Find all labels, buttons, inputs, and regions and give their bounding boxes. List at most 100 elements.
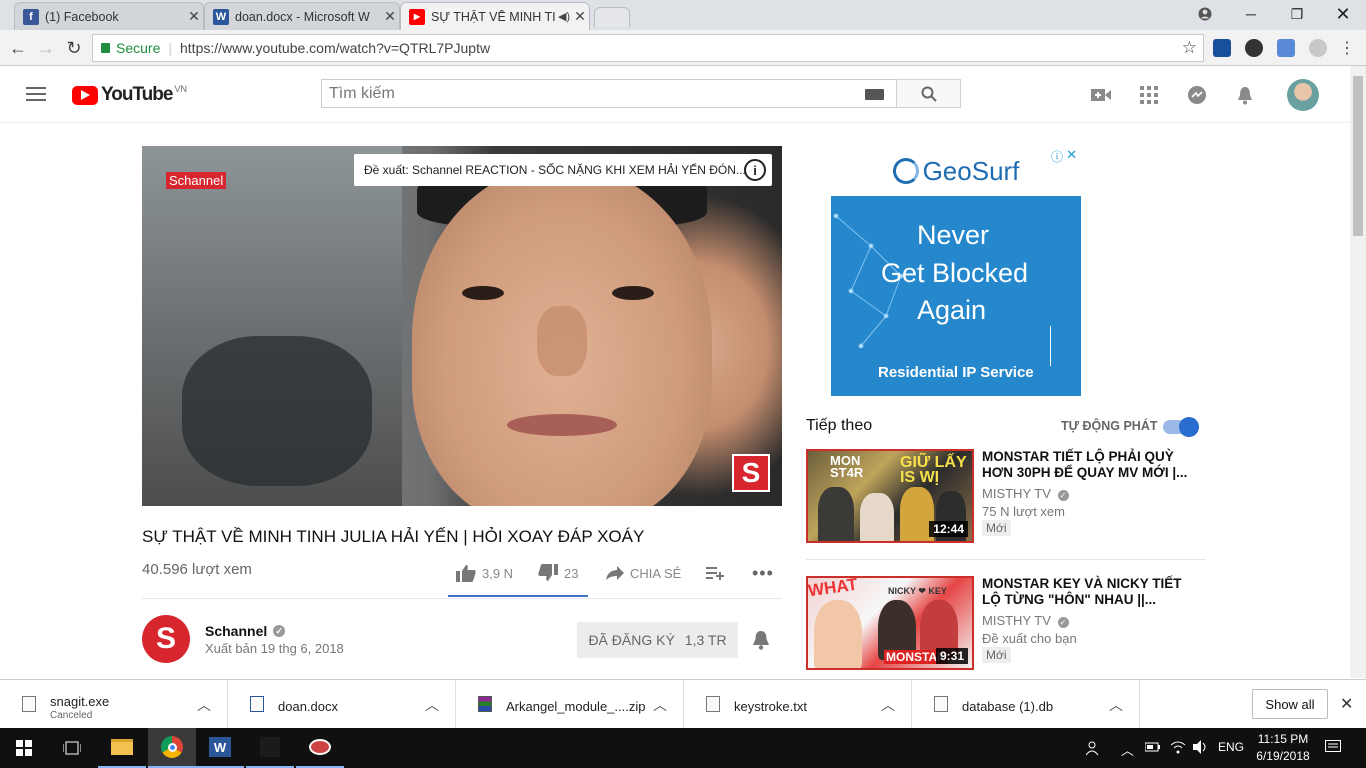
minimize-button[interactable]: ─ [1228, 0, 1274, 28]
channel-branding-logo[interactable]: S [732, 454, 770, 492]
profile-icon[interactable] [1182, 0, 1228, 28]
user-avatar[interactable] [1287, 79, 1319, 111]
chevron-up-icon[interactable]: ︿ [425, 695, 439, 715]
youtube-logo[interactable]: YouTube VN [72, 84, 187, 106]
chevron-up-icon[interactable]: ︿ [881, 695, 895, 715]
view-count: 40.596 lượt xem [142, 561, 252, 578]
forward-button[interactable]: → [34, 36, 58, 60]
page-scrollbar[interactable] [1350, 66, 1366, 678]
download-item[interactable]: doan.docx ︿ [228, 680, 456, 729]
app-taskbar-button[interactable] [296, 728, 344, 768]
more-actions-icon[interactable]: ••• [752, 562, 774, 584]
video-thumbnail[interactable]: MON ST4R GIỮ LẤY IS WỊ 12:44 [806, 449, 974, 543]
search-button[interactable] [896, 79, 961, 108]
chrome-taskbar-button[interactable] [148, 728, 196, 768]
input-language[interactable]: ENG [1218, 740, 1244, 754]
playlist-add-icon [706, 567, 724, 580]
translate-icon[interactable] [1277, 39, 1295, 57]
ad-info-icon[interactable]: ⓘ [1051, 148, 1063, 165]
video-player[interactable]: Schannel Đề xuất: Schannel REACTION - SỐ… [142, 146, 782, 506]
system-clock[interactable]: 11:15 PM 6/19/2018 [1248, 731, 1318, 765]
display-ad[interactable]: GeoSurf ⓘ ✕ Never Get Blocked Again Resi… [831, 146, 1081, 396]
show-all-button[interactable]: Show all [1252, 689, 1328, 719]
battery-icon[interactable] [1144, 740, 1161, 755]
extension-gray-icon[interactable] [1309, 39, 1327, 57]
tab-youtube[interactable]: ▶ SỰ THẬT VỀ MINH TI ◀) ✕ [400, 2, 590, 30]
like-button[interactable]: 3,9 N [456, 562, 513, 584]
new-badge: Mới [982, 647, 1011, 663]
share-label: CHIA SẺ [630, 565, 682, 581]
thumbnail-text-caption: GIỮ LẤY IS WỊ [900, 454, 967, 486]
upload-video-icon[interactable] [1090, 84, 1112, 106]
start-button[interactable] [0, 728, 48, 768]
recommendation-channel: MISTHY TV [982, 613, 1051, 628]
close-tab-icon[interactable]: ✕ [571, 8, 589, 25]
file-explorer-button[interactable] [98, 728, 146, 768]
notification-bell-icon[interactable] [752, 630, 770, 655]
autoplay-toggle[interactable] [1163, 417, 1199, 437]
notifications-bell-icon[interactable] [1234, 84, 1256, 106]
close-window-button[interactable]: ✕ [1320, 0, 1366, 28]
video-thumbnail[interactable]: WHAT NICKY ❤ KEY MONSTAR 9:31 [806, 576, 974, 670]
channel-name[interactable]: Schannel [205, 623, 267, 639]
reload-button[interactable]: ↻ [62, 36, 86, 60]
extension-j-icon[interactable] [1213, 39, 1231, 57]
keyboard-icon[interactable] [865, 89, 884, 100]
volume-icon[interactable] [1193, 740, 1209, 757]
suggestion-card[interactable]: Đề xuất: Schannel REACTION - SỐC NẶNG KH… [354, 154, 772, 186]
download-item[interactable]: keystroke.txt ︿ [684, 680, 912, 729]
maximize-button[interactable]: ❐ [1274, 0, 1320, 28]
speaker-icon[interactable]: ◀) [557, 10, 571, 23]
hamburger-menu-icon[interactable] [26, 87, 46, 101]
search-input[interactable]: Tìm kiếm [321, 79, 897, 108]
action-center-icon[interactable] [1325, 740, 1341, 757]
browser-menu-icon[interactable]: ⋮ [1335, 36, 1359, 60]
apps-grid-icon[interactable] [1138, 84, 1160, 106]
dislike-count: 23 [564, 565, 579, 581]
download-item[interactable]: database (1).db ︿ [912, 680, 1140, 729]
scrollbar-thumb[interactable] [1353, 76, 1363, 236]
dislike-button[interactable]: 23 [538, 562, 578, 584]
extension-spinner-icon[interactable] [1245, 39, 1263, 57]
chevron-up-icon[interactable]: ︿ [653, 695, 667, 715]
people-icon[interactable] [1085, 740, 1102, 759]
tab-facebook[interactable]: f (1) Facebook ✕ [14, 2, 204, 30]
back-button[interactable]: ← [6, 36, 30, 60]
word-app-icon: W [209, 737, 231, 757]
messages-icon[interactable] [1186, 84, 1208, 106]
recommendation-channel: MISTHY TV [982, 486, 1051, 501]
bookmark-star-icon[interactable]: ☆ [1182, 38, 1197, 58]
close-shelf-icon[interactable]: ✕ [1340, 694, 1353, 714]
recommendation-title[interactable]: MONSTAR TIẾT LỘ PHẢI QUỲ HƠN 30PH ĐỂ QUA… [982, 449, 1197, 481]
thumbnail-person [818, 487, 854, 541]
youtube-favicon-icon: ▶ [409, 8, 425, 25]
wifi-icon[interactable] [1170, 740, 1186, 757]
like-count: 3,9 N [482, 565, 514, 581]
recommendation-title[interactable]: MONSTAR KEY VÀ NICKY TIẾT LỘ TỪNG "HÔN" … [982, 576, 1197, 608]
task-view-button[interactable] [48, 728, 96, 768]
close-tab-icon[interactable]: ✕ [381, 8, 399, 25]
database-file-icon [934, 696, 948, 712]
tab-word[interactable]: W doan.docx - Microsoft W ✕ [204, 2, 400, 30]
info-icon[interactable]: i [744, 159, 766, 181]
add-to-playlist-button[interactable] [706, 562, 724, 584]
word-taskbar-button[interactable]: W [196, 728, 244, 768]
subscribed-button[interactable]: ĐÃ ĐĂNG KÝ 1,3 TR [577, 622, 738, 658]
recommendation-item[interactable]: WHAT NICKY ❤ KEY MONSTAR 9:31 MONSTAR KE… [806, 576, 1206, 671]
share-button[interactable]: CHIA SẺ [606, 562, 681, 584]
download-item[interactable]: Arkangel_module_....zip ︿ [456, 680, 684, 729]
download-item[interactable]: snagit.exe Canceled ︿ [0, 680, 228, 729]
new-tab-button[interactable] [594, 7, 630, 27]
close-tab-icon[interactable]: ✕ [185, 8, 203, 25]
channel-avatar[interactable]: S [142, 615, 190, 663]
show-hidden-icons-chevron-icon[interactable]: ︿ [1121, 740, 1134, 759]
address-bar[interactable]: Secure | https://www.youtube.com/watch?v… [92, 34, 1204, 62]
chevron-up-icon[interactable]: ︿ [197, 695, 211, 715]
download-filename: keystroke.txt [734, 699, 807, 714]
recommendation-item[interactable]: MON ST4R GIỮ LẤY IS WỊ 12:44 MONSTAR TIẾT … [806, 449, 1206, 544]
publish-date: Xuất bản 19 thg 6, 2018 [205, 641, 344, 656]
app-taskbar-button[interactable] [246, 728, 294, 768]
ad-close-icon[interactable]: ✕ [1066, 147, 1077, 163]
logo-text: YouTube [101, 84, 173, 105]
chevron-up-icon[interactable]: ︿ [1109, 695, 1123, 715]
